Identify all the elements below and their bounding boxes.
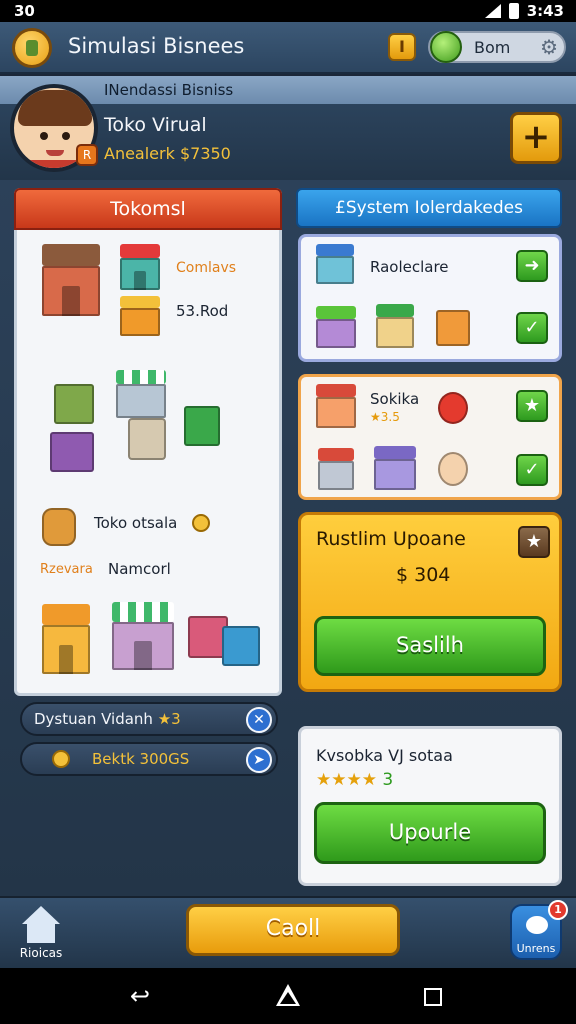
currency-pill[interactable]: Bom ⚙ xyxy=(428,31,566,63)
apple-icon xyxy=(438,392,468,424)
coin-button[interactable]: I xyxy=(388,33,416,61)
green-box-icon[interactable] xyxy=(184,406,220,446)
clock: 3:43 xyxy=(526,2,564,20)
check-button[interactable]: ✓ xyxy=(516,312,548,344)
kiosk-icon[interactable] xyxy=(120,244,160,290)
gear-icon[interactable]: ⚙ xyxy=(540,36,558,58)
gift-box-icon[interactable] xyxy=(50,432,94,472)
buy-button[interactable]: Saslilh xyxy=(314,616,546,676)
profile-header: INendassi Bisniss xyxy=(104,81,234,99)
send-icon[interactable]: ➤ xyxy=(246,747,272,773)
notification-badge: 1 xyxy=(548,900,568,920)
home-label: Rioicas xyxy=(19,946,63,960)
balance: Anealerk $7350 xyxy=(104,144,231,163)
recents-icon[interactable] xyxy=(424,988,442,1006)
check-button-2[interactable]: ✓ xyxy=(516,454,548,486)
upgrade-2-title: Kvsobka VJ sotaa xyxy=(316,746,453,765)
back-icon[interactable]: ↩ xyxy=(130,984,150,1008)
list-row-2[interactable]: Bektk 300GS ➤ xyxy=(20,742,278,776)
coin-icon xyxy=(52,750,70,768)
tree-house-icon[interactable] xyxy=(376,304,414,348)
market-stall-icon[interactable] xyxy=(116,370,166,418)
blue-house-icon[interactable] xyxy=(316,244,354,284)
main-action-button[interactable]: Caoll xyxy=(186,904,400,956)
app-logo-icon xyxy=(12,28,52,68)
red-shop-icon[interactable] xyxy=(316,384,356,428)
coin-icon xyxy=(192,514,210,532)
app-bar: Simulasi Bisnees I Bom ⚙ xyxy=(0,22,576,74)
signal-icon xyxy=(484,4,501,18)
upgrade-price: $ 304 xyxy=(396,564,451,586)
item-label-4: Namcorl xyxy=(108,560,171,578)
card-b-stars: ★3.5 xyxy=(370,410,400,424)
list-row-2-label: Bektk 300GS xyxy=(92,750,190,768)
info-star-icon[interactable]: ★ xyxy=(518,526,550,558)
grey-shop-icon[interactable] xyxy=(318,448,354,490)
blue-box-icon[interactable] xyxy=(222,626,260,666)
home-icon xyxy=(22,906,60,924)
character-icon xyxy=(438,452,468,486)
add-button[interactable]: + xyxy=(510,112,562,164)
arrow-button[interactable]: ➜ xyxy=(516,250,548,282)
list-row-1-label: Dystuan Vidanh ★3 xyxy=(34,710,181,728)
crate-icon[interactable] xyxy=(54,384,94,424)
coin-shop-icon[interactable] xyxy=(120,296,160,336)
package-icon[interactable] xyxy=(436,310,470,346)
level-badge: R xyxy=(76,144,98,166)
orange-shop-icon[interactable] xyxy=(42,604,90,674)
purple-shop-icon[interactable] xyxy=(374,446,416,490)
currency-label: Bom xyxy=(474,38,511,57)
chat-icon xyxy=(526,916,548,934)
app-title: Simulasi Bisnees xyxy=(68,34,245,58)
profile-panel: INendassi Bisniss R Toko Virual Anealerk… xyxy=(0,76,576,180)
gem-icon xyxy=(430,31,462,63)
star-button[interactable]: ★ xyxy=(516,390,548,422)
green-roof-house-icon[interactable] xyxy=(316,306,356,348)
upgrade-title: Rustlim Upoane xyxy=(316,528,466,550)
shop-panel-header: Tokomsl xyxy=(14,188,282,230)
status-bar: 30 3:43 xyxy=(0,0,576,22)
striped-store-icon[interactable] xyxy=(112,602,174,670)
status-left-text: 30 xyxy=(14,2,35,20)
upgrade-2-rating: ★★★★ 3 xyxy=(316,770,394,790)
card-b-label: Sokika xyxy=(370,390,420,408)
close-icon[interactable]: ✕ xyxy=(246,707,272,733)
item-prefix-4: Rzevara xyxy=(40,562,93,577)
home-button[interactable]: Rioicas xyxy=(14,900,68,964)
battery-icon xyxy=(508,3,519,19)
shop-building-icon[interactable] xyxy=(42,244,100,316)
cart-icon[interactable] xyxy=(128,418,166,460)
shop-name: Toko Virual xyxy=(104,114,207,136)
messages-label: Unrens xyxy=(516,942,556,955)
item-label-1: Comlavs xyxy=(176,260,237,276)
system-panel-header: £System Iolerdakedes xyxy=(296,188,562,228)
item-label-3: Toko otsala xyxy=(94,514,178,532)
upgrade-button[interactable]: Upourle xyxy=(314,802,546,864)
list-row-1[interactable]: Dystuan Vidanh ★3 ✕ xyxy=(20,702,278,736)
item-label-2: 53.Rod xyxy=(176,302,229,320)
mascot-icon xyxy=(42,508,76,546)
card-a-label: Raoleclare xyxy=(370,258,449,276)
